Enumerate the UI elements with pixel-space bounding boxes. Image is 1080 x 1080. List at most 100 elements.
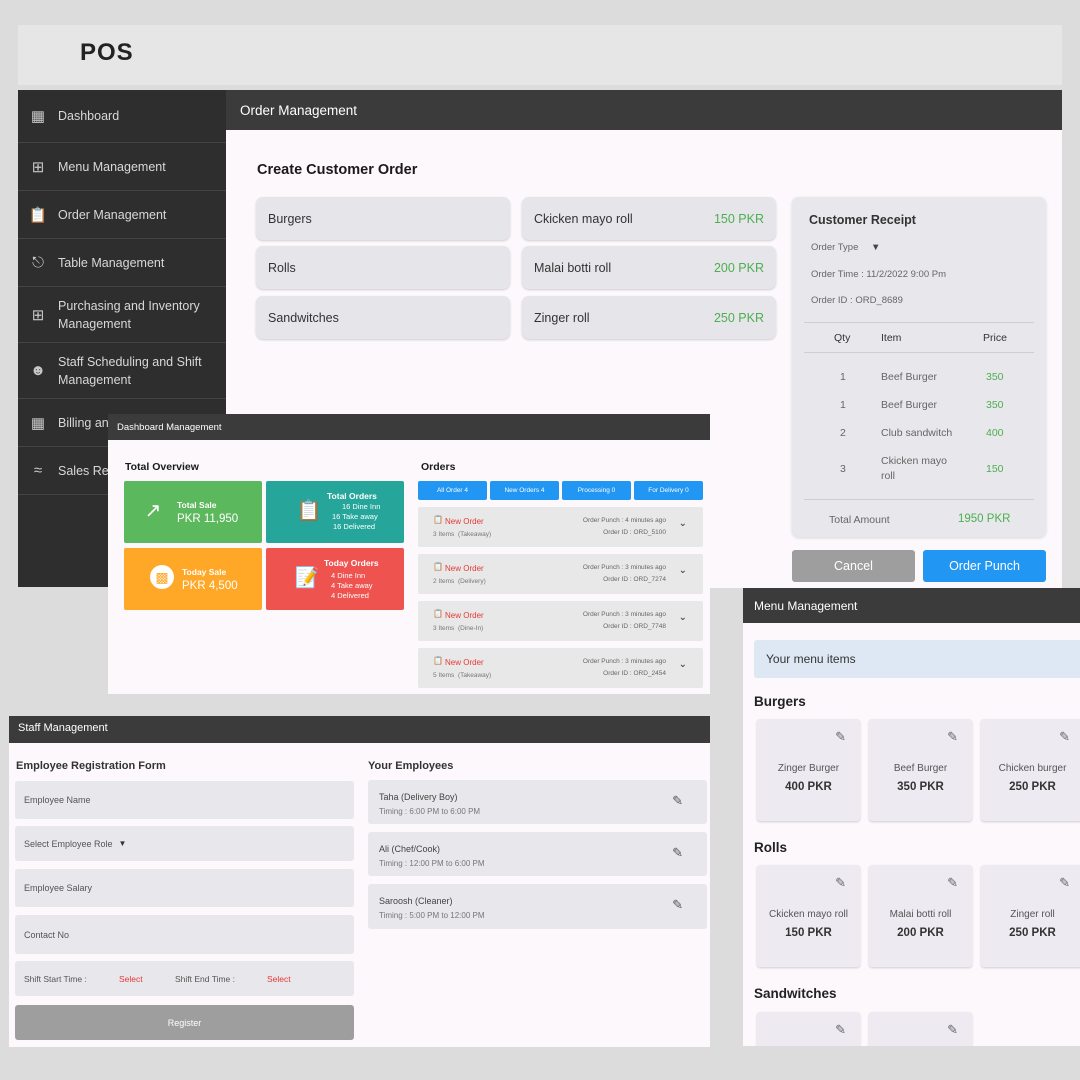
menu-item-price: 250 PKR (1009, 781, 1056, 793)
category-button-burgers[interactable]: Burgers (256, 197, 510, 240)
employee-name: Ali (Chef/Cook) (379, 844, 441, 854)
order-row[interactable]: 📋 New Order 2 Items (Delivery) Order Pun… (418, 554, 703, 594)
receipt-item: Beef Burger (881, 371, 938, 383)
order-row[interactable]: 📋 New Order 3 Items (Dine-In) Order Punc… (418, 601, 703, 641)
order-punch-button[interactable]: Order Punch (923, 550, 1046, 582)
people-icon: ☻ (30, 362, 46, 379)
sidebar-item-label: Staff Scheduling and Shift Management (58, 354, 202, 387)
tab-processing[interactable]: Processing 0 (562, 481, 631, 500)
edit-icon[interactable]: ✎ (947, 875, 958, 891)
tab-all-orders[interactable]: All Order 4 (418, 481, 487, 500)
chevron-down-icon[interactable]: ⌄ (679, 565, 687, 576)
menu-item-button[interactable]: Malai botti roll 200 PKR (522, 246, 776, 289)
orders-title: Orders (421, 461, 456, 473)
cancel-button[interactable]: Cancel (792, 550, 915, 582)
category-button-sandwitches[interactable]: Sandwitches (256, 296, 510, 339)
dashboard-icon: ▦ (30, 108, 46, 125)
overview-title: Total Overview (125, 461, 199, 473)
menu-item-name: Zinger Burger (777, 763, 840, 774)
column-header-item: Item (881, 332, 902, 344)
order-status-icon: 📋 (433, 656, 443, 665)
menu-item-card: ✎ (757, 1012, 860, 1046)
employee-role-select[interactable]: Select Employee Role ▼ (15, 826, 354, 861)
menu-item-card: ✎ Chicken burger 250 PKR (981, 719, 1080, 821)
menu-category-title: Sandwitches (754, 986, 837, 1001)
app-title: POS (80, 39, 134, 66)
panel-header: Dashboard Management (108, 414, 710, 440)
bar-chart-icon: ▩ (150, 565, 174, 589)
column-header-qty: Qty (834, 332, 851, 344)
chevron-down-icon[interactable]: ⌄ (679, 612, 687, 623)
menu-item-price: 400 PKR (785, 781, 832, 793)
clipboard-icon: 📋 (28, 206, 48, 224)
employee-name: Saroosh (Cleaner) (379, 896, 453, 906)
card-value: PKR 11,950 (177, 513, 239, 525)
order-status-icon: 📋 (433, 562, 443, 571)
edit-icon[interactable]: ✎ (947, 729, 958, 745)
chevron-down-icon[interactable]: ⌄ (679, 518, 687, 529)
register-button[interactable]: Register (15, 1005, 354, 1040)
order-time: Order Time : 11/2/2022 9:00 Pm (811, 269, 947, 280)
card-value: PKR 4,500 (182, 580, 238, 592)
sidebar-item-label: Purchasing and Inventory Management (58, 298, 200, 331)
divider (804, 499, 1034, 500)
sidebar-item-dashboard[interactable]: ▦ Dashboard (18, 90, 226, 143)
receipt-qty: 1 (840, 399, 846, 411)
edit-icon[interactable]: ✎ (835, 1022, 846, 1038)
order-row[interactable]: 📋 New Order 5 Items (Takeaway) Order Pun… (418, 648, 703, 688)
menu-item-button[interactable]: Zinger roll 250 PKR (522, 296, 776, 339)
menu-item-card: ✎ Beef Burger 350 PKR (869, 719, 972, 821)
edit-icon[interactable]: ✎ (1059, 729, 1070, 745)
divider (804, 322, 1034, 323)
edit-icon[interactable]: ✎ (835, 729, 846, 745)
form-title: Employee Registration Form (16, 760, 166, 772)
panel-header: Staff Management (9, 716, 710, 743)
order-id: Order ID : ORD_8689 (811, 295, 903, 306)
edit-icon[interactable]: ✎ (672, 845, 683, 861)
divider (804, 352, 1034, 353)
receipt-title: Customer Receipt (809, 213, 916, 227)
app-topbar: POS (18, 25, 1062, 85)
menu-item-card: ✎ (869, 1012, 972, 1046)
chevron-down-icon[interactable]: ⌄ (679, 659, 687, 670)
order-status-icon: 📋 (433, 515, 443, 524)
order-id: Order ID : ORD_5100 (603, 529, 666, 536)
sidebar-item-purchasing-inventory[interactable]: ⊞ Purchasing and Inventory Management (18, 287, 226, 343)
staff-management-panel: Staff Management Employee Registration F… (9, 716, 710, 1047)
order-items: 5 Items (Takeaway) (433, 672, 492, 679)
shift-start-select[interactable]: Select (119, 974, 143, 984)
sidebar-item-menu-management[interactable]: ⊞ Menu Management (18, 143, 226, 191)
order-status: New Order (445, 517, 484, 526)
card-line: 4 Delivered (331, 591, 369, 600)
category-button-rolls[interactable]: Rolls (256, 246, 510, 289)
billing-icon: ▦ (30, 414, 46, 432)
edit-icon[interactable]: ✎ (1059, 875, 1070, 891)
menu-item-name: Malai botti roll (534, 260, 612, 275)
contact-no-field[interactable]: Contact No (15, 915, 354, 954)
employee-name-field[interactable]: Employee Name (15, 781, 354, 819)
order-status: New Order (445, 658, 484, 667)
menu-item-button[interactable]: Ckicken mayo roll 150 PKR (522, 197, 776, 240)
edit-icon[interactable]: ✎ (672, 793, 683, 809)
tab-for-delivery[interactable]: For Delivery 0 (634, 481, 703, 500)
menu-item-card: ✎ Malai botti roll 200 PKR (869, 865, 972, 967)
sidebar-item-order-management[interactable]: 📋 Order Management (18, 191, 226, 239)
tab-new-orders[interactable]: New Orders 4 (490, 481, 559, 500)
employee-timing: Timing : 6:00 PM to 6:00 PM (379, 807, 481, 816)
edit-icon[interactable]: ✎ (947, 1022, 958, 1038)
shift-end-select[interactable]: Select (267, 974, 291, 984)
sidebar-item-label: Table Management (58, 255, 165, 270)
order-type-select[interactable]: Order Type ▼ (811, 242, 880, 253)
sidebar-item-staff-scheduling[interactable]: ☻ Staff Scheduling and Shift Management (18, 343, 226, 399)
table-icon: ⎋ (32, 254, 44, 271)
menu-item-price: 150 PKR (785, 927, 832, 939)
sidebar-item-table-management[interactable]: ⎋ Table Management (18, 239, 226, 287)
today-orders-card: 📝 Today Orders 4 Dine Inn 4 Take away 4 … (266, 548, 404, 610)
receipt-price: 350 (986, 399, 1004, 411)
menu-management-panel: Menu Management Your menu items Burgers … (743, 588, 1080, 1046)
edit-icon[interactable]: ✎ (835, 875, 846, 891)
order-row[interactable]: 📋 New Order 3 Items (Takeaway) Order Pun… (418, 507, 703, 547)
order-status: New Order (445, 564, 484, 573)
edit-icon[interactable]: ✎ (672, 897, 683, 913)
employee-salary-field[interactable]: Employee Salary (15, 869, 354, 907)
